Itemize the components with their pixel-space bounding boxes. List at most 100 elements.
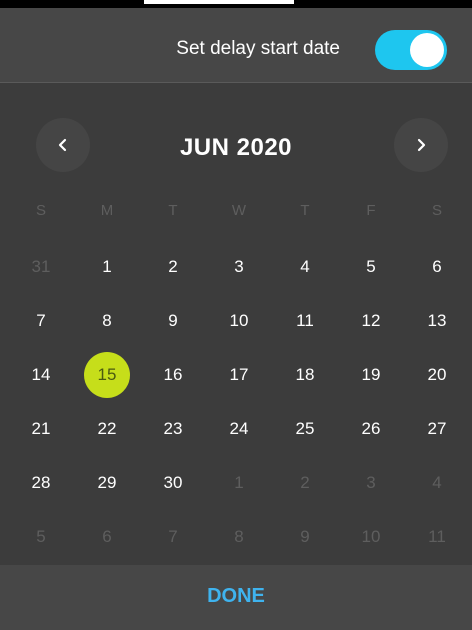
chevron-right-icon [417, 138, 426, 152]
week-row: 14 15 16 17 18 19 20 [8, 348, 472, 402]
day-cell[interactable]: 29 [74, 459, 140, 507]
day-number: 3 [234, 257, 244, 276]
day-number: 7 [36, 311, 46, 330]
day-number: 29 [97, 473, 117, 492]
top-notch [144, 0, 294, 4]
day-cell[interactable]: 4 [272, 243, 338, 291]
week-row: 5 6 7 8 9 10 11 [8, 510, 472, 564]
weekday-label: W [231, 201, 247, 219]
day-number: 11 [296, 311, 314, 330]
day-number: 31 [31, 257, 51, 276]
day-cell[interactable]: 23 [140, 405, 206, 453]
day-cell[interactable]: 1 [206, 459, 272, 507]
day-number: 11 [428, 527, 446, 546]
day-cell[interactable]: 2 [140, 243, 206, 291]
weekday-label: M [100, 201, 114, 219]
day-number: 9 [168, 311, 178, 330]
calendar-grid: SMTWTFS 31 1 2 3 4 5 6 7 8 9 10 11 12 13 14 15 16 17 18 19 2… [8, 198, 472, 564]
week-row: 21 22 23 24 25 26 27 [8, 402, 472, 456]
day-cell[interactable]: 3 [338, 459, 404, 507]
day-cell[interactable]: 10 [338, 513, 404, 561]
week-row: 31 1 2 3 4 5 6 [8, 240, 472, 294]
weekday-label: S [35, 201, 46, 219]
day-cell[interactable]: 16 [140, 351, 206, 399]
weekday-label: T [300, 201, 310, 219]
day-cell[interactable]: 27 [404, 405, 470, 453]
day-number: 4 [300, 257, 310, 276]
day-cell[interactable]: 9 [140, 297, 206, 345]
day-cell[interactable]: 1 [74, 243, 140, 291]
day-number: 21 [31, 419, 51, 438]
day-number: 16 [163, 365, 183, 384]
day-cell[interactable]: 4 [404, 459, 470, 507]
day-number: 27 [427, 419, 447, 438]
day-number: 2 [168, 257, 178, 276]
day-cell[interactable]: 7 [8, 297, 74, 345]
day-number: 24 [229, 419, 249, 438]
day-number: 18 [295, 365, 315, 384]
weekday-label: S [431, 201, 442, 219]
weekday-label: F [366, 201, 376, 219]
day-cell[interactable]: 26 [338, 405, 404, 453]
date-picker-panel: Set delay start date JUN 2020 SMTWTFS 31… [0, 8, 472, 630]
day-number: 3 [366, 473, 376, 492]
done-button[interactable]: DONE [0, 585, 472, 608]
day-number: 14 [31, 365, 51, 384]
day-number: 25 [295, 419, 315, 438]
day-cell[interactable]: 5 [338, 243, 404, 291]
day-number: 12 [361, 311, 381, 330]
day-cell[interactable]: 25 [272, 405, 338, 453]
day-cell[interactable]: 8 [74, 297, 140, 345]
day-cell[interactable]: 28 [8, 459, 74, 507]
day-cell[interactable]: 20 [404, 351, 470, 399]
day-cell[interactable]: 11 [272, 297, 338, 345]
day-number: 6 [102, 527, 112, 546]
day-number: 5 [36, 527, 46, 546]
day-number: 26 [361, 419, 381, 438]
day-cell[interactable]: 7 [140, 513, 206, 561]
day-cell[interactable]: 10 [206, 297, 272, 345]
day-cell[interactable]: 11 [404, 513, 470, 561]
day-number: 9 [300, 527, 310, 546]
day-cell[interactable]: 19 [338, 351, 404, 399]
day-cell[interactable]: 24 [206, 405, 272, 453]
day-cell[interactable]: 14 [8, 351, 74, 399]
day-cell[interactable]: 5 [8, 513, 74, 561]
day-cell[interactable]: 6 [404, 243, 470, 291]
day-number: 6 [432, 257, 442, 276]
day-cell[interactable]: 9 [272, 513, 338, 561]
day-number: 10 [229, 311, 249, 330]
day-cell[interactable]: 8 [206, 513, 272, 561]
toggle-knob [410, 33, 444, 67]
delay-start-toggle[interactable] [375, 30, 447, 70]
day-cell[interactable]: 3 [206, 243, 272, 291]
day-number: 8 [234, 527, 244, 546]
day-number: 20 [427, 365, 447, 384]
day-cell[interactable]: 31 [8, 243, 74, 291]
day-number: 5 [366, 257, 376, 276]
day-number: 30 [163, 473, 183, 492]
day-number: 19 [361, 365, 381, 384]
day-number: 2 [300, 473, 310, 492]
delay-start-label: Set delay start date [176, 38, 340, 59]
day-cell[interactable]: 17 [206, 351, 272, 399]
day-cell[interactable]: 13 [404, 297, 470, 345]
day-cell[interactable]: 30 [140, 459, 206, 507]
day-number: 4 [432, 473, 442, 492]
day-cell[interactable]: 22 [74, 405, 140, 453]
day-cell[interactable]: 21 [8, 405, 74, 453]
footer-bar: DONE [0, 565, 472, 630]
day-number: 28 [31, 473, 51, 492]
day-number: 17 [229, 365, 249, 384]
day-cell[interactable]: 12 [338, 297, 404, 345]
next-month-button[interactable] [394, 118, 448, 172]
day-cell[interactable]: 2 [272, 459, 338, 507]
selected-day-cell[interactable]: 15 [74, 351, 140, 399]
month-navigation: JUN 2020 [0, 118, 472, 174]
day-cell[interactable]: 6 [74, 513, 140, 561]
day-cell[interactable]: 18 [272, 351, 338, 399]
day-number: 22 [97, 419, 117, 438]
top-strip [0, 0, 472, 8]
day-number: 23 [163, 419, 183, 438]
day-number: 1 [234, 473, 244, 492]
